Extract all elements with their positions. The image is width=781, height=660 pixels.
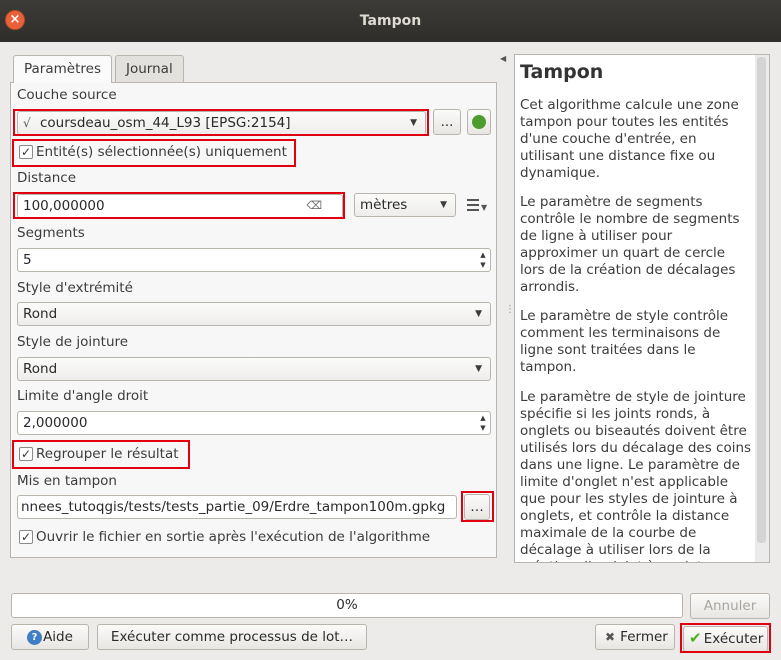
iterate-button[interactable] xyxy=(467,109,491,135)
scrollbar-thumb[interactable] xyxy=(757,57,766,543)
output-path-input[interactable]: nnees_tutoqgis/tests/tests_partie_09/Erd… xyxy=(17,495,457,519)
window-title: Tampon xyxy=(359,13,422,29)
source-browse-button[interactable]: ... xyxy=(433,109,461,135)
highlight-distance xyxy=(13,192,345,219)
collapse-arrow-icon[interactable]: ◀ xyxy=(500,54,506,63)
cancel-button[interactable]: Annuler xyxy=(690,593,770,619)
end-cap-label: Style d'extrémité xyxy=(17,280,133,296)
help-button[interactable]: ? Aide xyxy=(11,624,89,650)
close-icon: ✖ xyxy=(605,630,616,644)
batch-process-button[interactable]: Exécuter comme processus de lot… xyxy=(97,624,367,650)
help-panel: Tampon Cet algorithme calcule une zone t… xyxy=(514,54,770,563)
miter-limit-value: 2,000000 xyxy=(23,415,88,431)
miter-limit-label: Limite d'angle droit xyxy=(17,388,149,404)
highlight-output-browse xyxy=(461,491,494,522)
help-paragraph: Le paramètre de style de jointure spécif… xyxy=(520,389,752,562)
source-layer-label: Couche source xyxy=(17,87,117,103)
distance-unit-combo[interactable]: mètres ▼ xyxy=(354,193,456,217)
help-button-label: Aide xyxy=(43,629,73,645)
highlight-selected-only xyxy=(12,139,296,167)
progress-text: 0% xyxy=(336,597,358,613)
distance-label: Distance xyxy=(17,170,77,186)
tab-journal[interactable]: Journal xyxy=(115,55,184,82)
miter-limit-spinbox[interactable]: 2,000000 ▲ ▼ xyxy=(17,411,491,435)
join-style-value: Rond xyxy=(23,361,58,377)
tab-parametres[interactable]: Paramètres xyxy=(13,55,112,83)
output-path-value: nnees_tutoqgis/tests/tests_partie_09/Erd… xyxy=(21,499,446,515)
help-title: Tampon xyxy=(520,61,604,83)
data-defined-override-icon[interactable]: ▼ xyxy=(466,196,488,214)
highlight-source-layer xyxy=(13,109,429,136)
join-style-label: Style de jointure xyxy=(17,334,129,350)
open-output-checkbox[interactable]: ✓ xyxy=(19,530,33,544)
help-paragraph: Cet algorithme calcule une zone tampon p… xyxy=(520,97,739,181)
help-icon: ? xyxy=(27,630,42,645)
distance-unit-value: mètres xyxy=(360,197,408,213)
progress-bar: 0% xyxy=(11,593,683,618)
title-bar: Tampon xyxy=(0,0,781,42)
highlight-dissolve xyxy=(12,440,190,469)
output-label: Mis en tampon xyxy=(17,473,117,489)
chevron-down-icon: ▼ xyxy=(475,364,482,374)
segments-spinbox[interactable]: 5 ▲ ▼ xyxy=(17,248,491,272)
spin-arrows-icon[interactable]: ▲ ▼ xyxy=(477,250,489,270)
join-style-combo[interactable]: Rond ▼ xyxy=(17,357,491,381)
spin-arrows-icon[interactable]: ▲ ▼ xyxy=(477,413,489,433)
close-window-icon[interactable]: × xyxy=(5,10,25,30)
close-button[interactable]: ✖ Fermer xyxy=(595,624,675,650)
chevron-down-icon: ▼ xyxy=(475,309,482,319)
segments-value: 5 xyxy=(23,252,32,268)
help-paragraph: Le paramètre de style contrôle comment l… xyxy=(520,308,729,375)
refresh-icon xyxy=(472,115,486,129)
help-scrollbar[interactable] xyxy=(755,55,769,562)
close-button-label: Fermer xyxy=(620,629,668,645)
segments-label: Segments xyxy=(17,225,85,241)
end-cap-combo[interactable]: Rond ▼ xyxy=(17,302,491,326)
highlight-run xyxy=(680,623,771,653)
help-paragraph: Le paramètre de segments contrôle le nom… xyxy=(520,194,740,295)
open-output-label: Ouvrir le fichier en sortie après l'exéc… xyxy=(36,529,431,545)
chevron-down-icon: ▼ xyxy=(440,200,447,210)
end-cap-value: Rond xyxy=(23,306,58,322)
